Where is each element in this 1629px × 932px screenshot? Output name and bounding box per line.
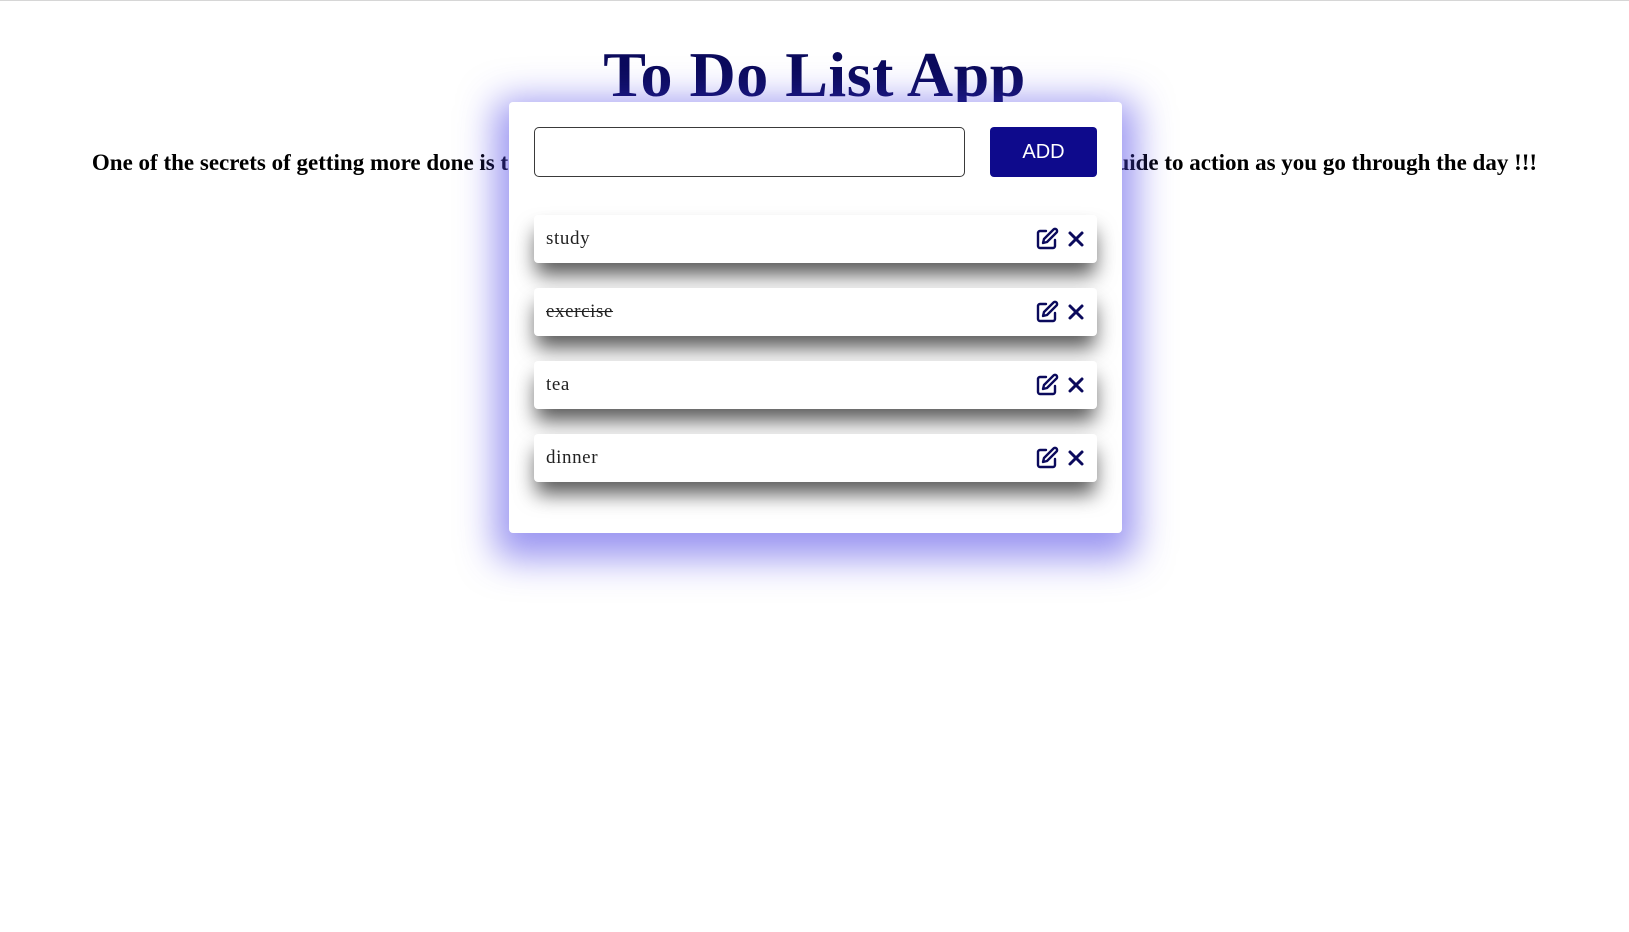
close-icon[interactable] bbox=[1065, 228, 1087, 250]
task-item: exercise bbox=[534, 288, 1097, 336]
add-button[interactable]: ADD bbox=[990, 127, 1097, 177]
task-item: study bbox=[534, 215, 1097, 263]
task-item: tea bbox=[534, 361, 1097, 409]
close-icon[interactable] bbox=[1065, 447, 1087, 469]
add-task-form: ADD bbox=[534, 127, 1097, 177]
task-input[interactable] bbox=[534, 127, 965, 177]
close-icon[interactable] bbox=[1065, 374, 1087, 396]
task-item: dinner bbox=[534, 434, 1097, 482]
edit-icon[interactable] bbox=[1035, 373, 1059, 397]
edit-icon[interactable] bbox=[1035, 446, 1059, 470]
edit-icon[interactable] bbox=[1035, 227, 1059, 251]
task-text[interactable]: exercise bbox=[546, 288, 613, 336]
task-text[interactable]: dinner bbox=[546, 434, 598, 482]
task-text[interactable]: tea bbox=[546, 361, 570, 409]
close-icon[interactable] bbox=[1065, 301, 1087, 323]
todo-card: ADD study exercise tea dinner bbox=[509, 102, 1122, 533]
top-divider bbox=[0, 0, 1629, 1]
task-text[interactable]: study bbox=[546, 215, 590, 263]
page-title: To Do List App bbox=[603, 39, 1026, 110]
task-list: study exercise tea dinner bbox=[534, 215, 1097, 507]
edit-icon[interactable] bbox=[1035, 300, 1059, 324]
